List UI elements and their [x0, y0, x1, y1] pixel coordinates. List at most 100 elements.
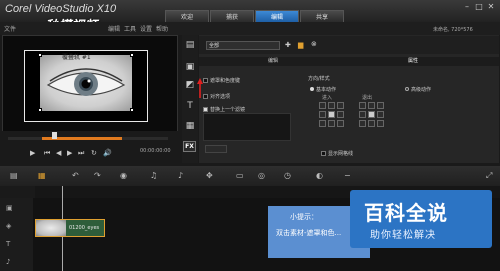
home-button[interactable]: ⏮ [44, 149, 50, 158]
mask-creator-icon[interactable]: ◐ [316, 171, 323, 180]
fx-filter-icon[interactable]: FX [183, 141, 196, 152]
resize-handle-top-right[interactable] [130, 53, 134, 57]
mask-chroma-checkbox[interactable] [203, 78, 208, 83]
tip-title: 小提示： [290, 213, 318, 221]
enter-label: 进入 [322, 95, 333, 101]
menu-help[interactable]: 帮助 [156, 24, 168, 33]
advanced-motion-radio[interactable] [405, 87, 409, 91]
menu-edit[interactable]: 编辑 [108, 24, 120, 33]
folder-icon[interactable]: ▆ [298, 41, 303, 49]
add-folder-icon[interactable]: ✚ [285, 41, 291, 49]
exit-direction-n[interactable] [368, 102, 375, 109]
next-frame-button[interactable]: ▶ [67, 149, 72, 157]
subtitle-editor-icon[interactable]: ▭ [236, 171, 244, 180]
exit-direction-e[interactable] [377, 111, 384, 118]
menu-bar [0, 22, 500, 35]
zoom-out-icon[interactable]: − [344, 171, 351, 180]
align-options-option[interactable]: 对齐选项 [203, 93, 230, 100]
menu-settings[interactable]: 设置 [140, 24, 152, 33]
enter-direction-w[interactable] [319, 111, 326, 118]
exit-direction-center[interactable] [368, 111, 375, 118]
show-grid-checkbox[interactable] [321, 151, 326, 156]
motion-track-icon[interactable]: ✥ [206, 171, 213, 180]
enter-direction-ne[interactable] [337, 102, 344, 109]
play-button[interactable]: ▶ [30, 149, 35, 157]
time-remap-icon[interactable]: ◷ [284, 171, 291, 180]
exit-direction-se[interactable] [377, 120, 384, 127]
align-options-label: 对齐选项 [210, 94, 231, 100]
gallery-dropdown[interactable]: 全部 [206, 41, 280, 50]
close-panel-icon[interactable]: ⊗ [311, 40, 317, 48]
exit-direction-sw[interactable] [359, 120, 366, 127]
storyboard-view-icon[interactable]: ▤ [10, 171, 18, 180]
show-grid-option[interactable]: 显示网格线 [321, 150, 353, 157]
overlay-track-icon[interactable]: ◈ [6, 222, 11, 230]
exit-direction-ne[interactable] [377, 102, 384, 109]
minimize-button[interactable]: – [462, 3, 472, 11]
track-headers [0, 198, 33, 271]
end-button[interactable]: ⏭ [78, 149, 84, 158]
enter-direction-se[interactable] [337, 120, 344, 127]
enter-direction-s[interactable] [328, 120, 335, 127]
tab-attributes[interactable]: 属性 [408, 57, 418, 66]
exit-direction-w[interactable] [359, 111, 366, 118]
transition-icon[interactable]: ◩ [185, 80, 195, 90]
video-track-icon[interactable]: ▣ [6, 204, 13, 212]
replace-filter-checkbox[interactable] [203, 107, 208, 112]
exit-direction-s[interactable] [368, 120, 375, 127]
close-button[interactable]: ✕ [486, 3, 496, 11]
basic-motion-radio[interactable] [310, 87, 314, 91]
enter-direction-n[interactable] [328, 102, 335, 109]
instant-project-icon[interactable]: ▣ [185, 62, 195, 72]
replace-filter-option[interactable]: 替换上一个滤镜 [203, 106, 245, 113]
align-options-checkbox[interactable] [203, 94, 208, 99]
resize-handle-bottom-left[interactable] [38, 108, 42, 112]
tab-edit-options[interactable]: 编辑 [268, 57, 278, 66]
prev-frame-button[interactable]: ◀ [56, 149, 61, 157]
menu-file[interactable]: 文件 [4, 24, 16, 33]
exit-direction-nw[interactable] [359, 102, 366, 109]
title-icon[interactable]: T [185, 101, 195, 111]
advanced-motion-label: 高级动作 [411, 87, 432, 93]
mask-chroma-label: 遮罩和色度键 [210, 78, 241, 84]
enter-direction-sw[interactable] [319, 120, 326, 127]
eye-image [40, 55, 132, 111]
volume-button[interactable]: 🔊 [103, 149, 112, 157]
advanced-motion-option[interactable]: 高级动作 [405, 86, 431, 93]
zoom-fit-icon[interactable]: ⤢ [486, 171, 492, 181]
clip-name: 01200_eyes [69, 225, 100, 231]
options-tabs [199, 57, 499, 66]
menu-tools[interactable]: 工具 [124, 24, 136, 33]
scrub-knob[interactable] [52, 132, 57, 139]
undo-icon[interactable]: ↶ [72, 171, 79, 180]
exit-label: 退出 [362, 95, 373, 101]
media-icon[interactable]: ▤ [185, 40, 195, 50]
show-grid-label: 显示网格线 [328, 151, 354, 157]
resize-handle-top-left[interactable] [38, 53, 42, 57]
record-icon[interactable]: ◉ [120, 171, 127, 180]
timeline-view-icon[interactable]: ▦ [38, 171, 46, 180]
filter-list-button[interactable] [205, 145, 227, 153]
basic-motion-option[interactable]: 基本动作 [310, 86, 336, 93]
tip-body: 双击素材-遮罩和色... [276, 229, 342, 237]
clip-thumbnail [36, 220, 66, 236]
timecode: 00:00:00:00 [140, 148, 171, 154]
resize-handle-bottom-right[interactable] [130, 108, 134, 112]
baike-title: 百科全说 [364, 201, 448, 225]
title-track-icon[interactable]: T [6, 240, 10, 248]
repeat-button[interactable]: ↻ [91, 149, 97, 157]
audio-track-icon[interactable]: ♪ [6, 258, 10, 266]
auto-music-icon[interactable]: ♪ [178, 171, 183, 180]
mixer-icon[interactable]: ♫ [150, 171, 157, 180]
graphic-icon[interactable]: ▦ [185, 121, 195, 131]
maximize-button[interactable]: □ [474, 3, 484, 11]
enter-direction-nw[interactable] [319, 102, 326, 109]
overlay-clip-label: 覆叠轨 #1 [62, 54, 91, 61]
mask-chroma-key-option[interactable]: 遮罩和色度键 [203, 77, 240, 84]
redo-icon[interactable]: ↷ [94, 171, 101, 180]
enter-direction-e[interactable] [337, 111, 344, 118]
direction-style-label: 方向/样式 [308, 76, 330, 82]
multicam-icon[interactable]: ◎ [258, 171, 265, 180]
filter-list[interactable] [203, 113, 291, 141]
enter-direction-center[interactable] [328, 111, 335, 118]
